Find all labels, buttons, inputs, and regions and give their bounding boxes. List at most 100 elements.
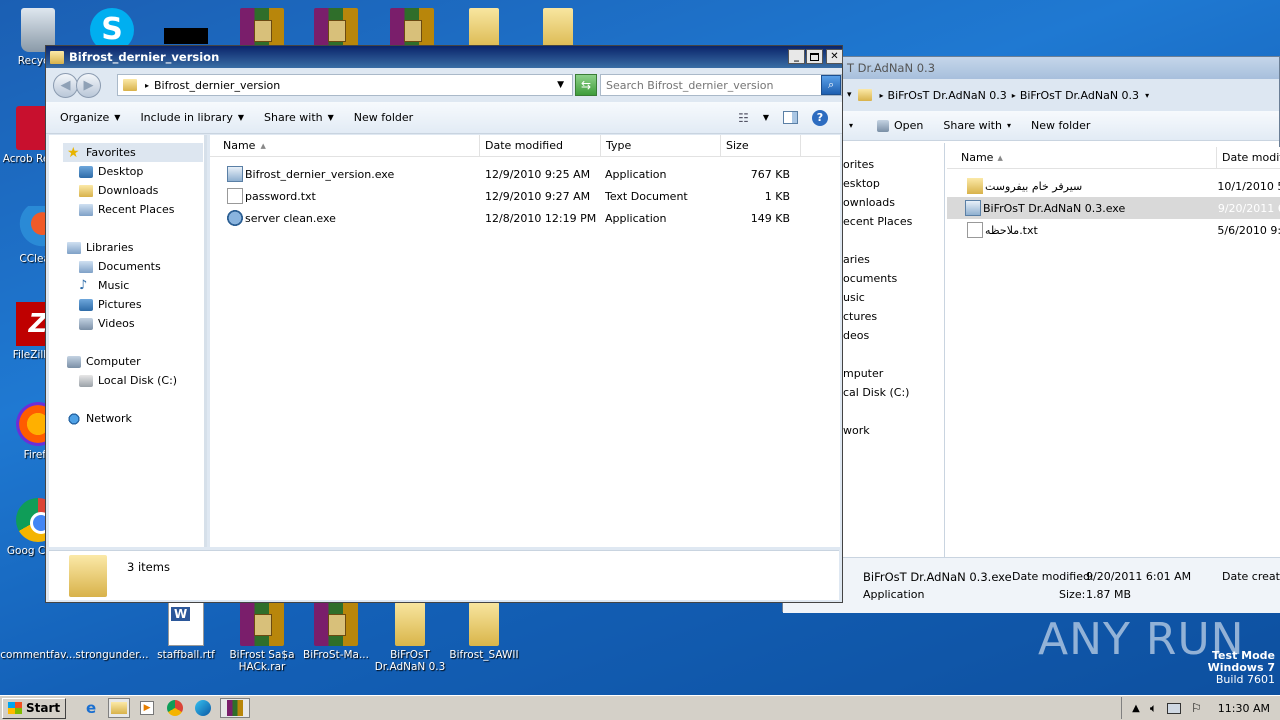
- winrar-icon: [227, 700, 244, 716]
- nav-videos[interactable]: deos: [843, 326, 944, 345]
- nav-libraries[interactable]: Libraries: [67, 238, 204, 257]
- nav-recent-places[interactable]: ecent Places: [843, 212, 944, 231]
- taskbar-media-player-icon[interactable]: ▶: [136, 698, 158, 718]
- title-bar[interactable]: Bifrost_dernier_version: [46, 46, 842, 68]
- search-icon[interactable]: ⌕: [821, 75, 841, 95]
- refresh-icon: ⇆: [580, 78, 592, 92]
- new-folder-button[interactable]: New folder: [344, 111, 423, 124]
- minimize-button[interactable]: _: [788, 49, 805, 64]
- taskbar-edge-icon[interactable]: [192, 698, 214, 718]
- nav-favorites[interactable]: ★ Favorites: [63, 143, 203, 162]
- nav-desktop[interactable]: Desktop: [67, 162, 204, 181]
- close-button[interactable]: ✕: [826, 49, 843, 64]
- nav-local-disk[interactable]: Local Disk (C:): [67, 371, 204, 390]
- search-input[interactable]: [606, 78, 822, 92]
- view-list-icon[interactable]: ☷: [738, 111, 749, 125]
- title-bar[interactable]: T Dr.AdNaN 0.3: [783, 57, 1279, 79]
- column-header-type[interactable]: Type: [601, 134, 721, 157]
- file-row[interactable]: password.txt 12/9/2010 9:27 AM Text Docu…: [210, 185, 840, 207]
- start-button[interactable]: Start: [2, 697, 67, 719]
- nav-network[interactable]: work: [843, 421, 944, 440]
- folder-icon: [50, 50, 64, 64]
- desktop-icon-staffball[interactable]: staffball.rtf: [148, 602, 224, 661]
- nav-computer[interactable]: mputer: [843, 364, 944, 383]
- chevron-down-icon[interactable]: ▼: [763, 113, 769, 122]
- file-row[interactable]: Bifrost_dernier_version.exe 12/9/2010 9:…: [210, 163, 840, 185]
- file-name: server clean.exe: [245, 211, 336, 225]
- nav-music[interactable]: ♪ Music: [67, 276, 204, 295]
- nav-libraries[interactable]: aries: [843, 250, 944, 269]
- search-box[interactable]: ⌕: [600, 74, 842, 96]
- address-dropdown-icon[interactable]: ▼: [557, 80, 564, 90]
- explorer-window-front[interactable]: Bifrost_dernier_version _ ✕ ◀ ▶ ▸ Bifros…: [45, 45, 843, 603]
- open-button[interactable]: Open: [867, 119, 933, 132]
- back-button[interactable]: ◀: [53, 72, 78, 98]
- file-row[interactable]: server clean.exe 12/8/2010 12:19 PM Appl…: [210, 207, 840, 229]
- view-options-button[interactable]: ☷ ▼ ?: [738, 109, 828, 126]
- desktop-icon-bifrost-sasa[interactable]: BiFrost Sa$a HACk.rar: [224, 602, 300, 673]
- nav-computer[interactable]: Computer: [67, 352, 204, 371]
- nav-favorites[interactable]: orites: [843, 155, 944, 174]
- downloads-icon: [79, 184, 93, 197]
- desktop-icon-bifrost-ma[interactable]: BiFroSt-Ma...: [298, 602, 374, 661]
- nav-local-disk[interactable]: cal Disk (C:): [843, 383, 944, 402]
- nav-label: ocuments: [843, 272, 898, 285]
- breadcrumb-item[interactable]: BiFrOsT Dr.AdNaN 0.3: [1020, 89, 1139, 102]
- preview-pane-icon[interactable]: [783, 111, 798, 124]
- taskbar-explorer-icon[interactable]: [108, 698, 131, 718]
- explorer-window-back[interactable]: T Dr.AdNaN 0.3 ▾ ▸ BiFrOsT Dr.AdNaN 0.3 …: [782, 56, 1280, 613]
- new-folder-button[interactable]: New folder: [1021, 119, 1100, 132]
- desktop-icon-commentfav[interactable]: commentfav...: [0, 602, 76, 661]
- volume-icon[interactable]: 🔈︎: [1150, 701, 1157, 716]
- share-with-button[interactable]: Share with ▼: [254, 111, 344, 124]
- file-row[interactable]: ملاحظه.txt 5/6/2010 9:: [947, 219, 1280, 241]
- column-header-date[interactable]: Date modifie: [1217, 147, 1280, 169]
- forward-button[interactable]: ▶: [76, 72, 101, 98]
- network-tray-icon[interactable]: [1167, 702, 1182, 714]
- desktop-icon-bifrost-sawii[interactable]: Bifrost_SAWII: [446, 602, 522, 661]
- address-text: Bifrost_dernier_version: [154, 78, 281, 92]
- action-center-flag-icon[interactable]: ⚐: [1191, 701, 1202, 715]
- refresh-button[interactable]: ⇆: [575, 74, 597, 96]
- help-icon[interactable]: ?: [812, 109, 828, 126]
- file-row-selected[interactable]: BiFrOsT Dr.AdNaN 0.3.exe 9/20/2011 6: [947, 197, 1280, 219]
- nav-label: ecent Places: [843, 215, 913, 228]
- nav-documents[interactable]: Documents: [67, 257, 204, 276]
- share-with-button[interactable]: Share with ▾: [933, 119, 1021, 132]
- dropdown-arrow-icon[interactable]: ▾: [849, 121, 853, 130]
- column-header-date[interactable]: Date modified: [480, 134, 601, 157]
- nav-downloads[interactable]: Downloads: [67, 181, 204, 200]
- nav-pictures[interactable]: ctures: [843, 307, 944, 326]
- nav-label: Local Disk (C:): [98, 374, 178, 387]
- nav-pictures[interactable]: Pictures: [67, 295, 204, 314]
- clock[interactable]: 11:30 AM: [1218, 702, 1270, 715]
- organize-button[interactable]: Organize ▼: [46, 111, 130, 124]
- build-text: Build 7601: [1215, 673, 1275, 686]
- desktop-icon-bifrost-adnan[interactable]: BiFrOsT Dr.AdNaN 0.3: [372, 602, 448, 673]
- nav-music[interactable]: usic: [843, 288, 944, 307]
- chevron-down-icon[interactable]: ▾: [847, 90, 852, 100]
- column-header-name[interactable]: Name ▲: [947, 146, 1217, 169]
- desktop-icon: [79, 165, 93, 178]
- nav-network[interactable]: Network: [67, 409, 204, 428]
- column-header-name[interactable]: Name ▲: [210, 134, 480, 157]
- desktop-icon-strongunder[interactable]: strongunder...: [74, 602, 150, 661]
- maximize-button[interactable]: [806, 49, 823, 64]
- breadcrumb-dropdown-icon[interactable]: ▾: [1145, 91, 1149, 100]
- breadcrumb-item[interactable]: BiFrOsT Dr.AdNaN 0.3: [888, 89, 1007, 102]
- include-in-library-button[interactable]: Include in library ▼: [130, 111, 254, 124]
- column-header-size[interactable]: Size: [721, 134, 801, 157]
- file-row[interactable]: سيرفر خام بيفروست 10/1/2010 5: [947, 175, 1280, 197]
- nav-documents[interactable]: ocuments: [843, 269, 944, 288]
- nav-recent-places[interactable]: Recent Places: [67, 200, 204, 219]
- nav-videos[interactable]: Videos: [67, 314, 204, 333]
- folder-icon: [857, 89, 872, 101]
- nav-desktop[interactable]: esktop: [843, 174, 944, 193]
- taskbar-winrar-icon[interactable]: [220, 698, 251, 718]
- file-list: Name ▲ Date modified Type Size Bifrost_d…: [210, 134, 840, 547]
- tray-expand-icon[interactable]: ▲: [1132, 703, 1140, 714]
- taskbar-ie-icon[interactable]: e: [80, 698, 102, 718]
- address-bar[interactable]: ▸ Bifrost_dernier_version ▼: [117, 74, 573, 96]
- nav-downloads[interactable]: ownloads: [843, 193, 944, 212]
- taskbar-chrome-icon[interactable]: [164, 698, 186, 718]
